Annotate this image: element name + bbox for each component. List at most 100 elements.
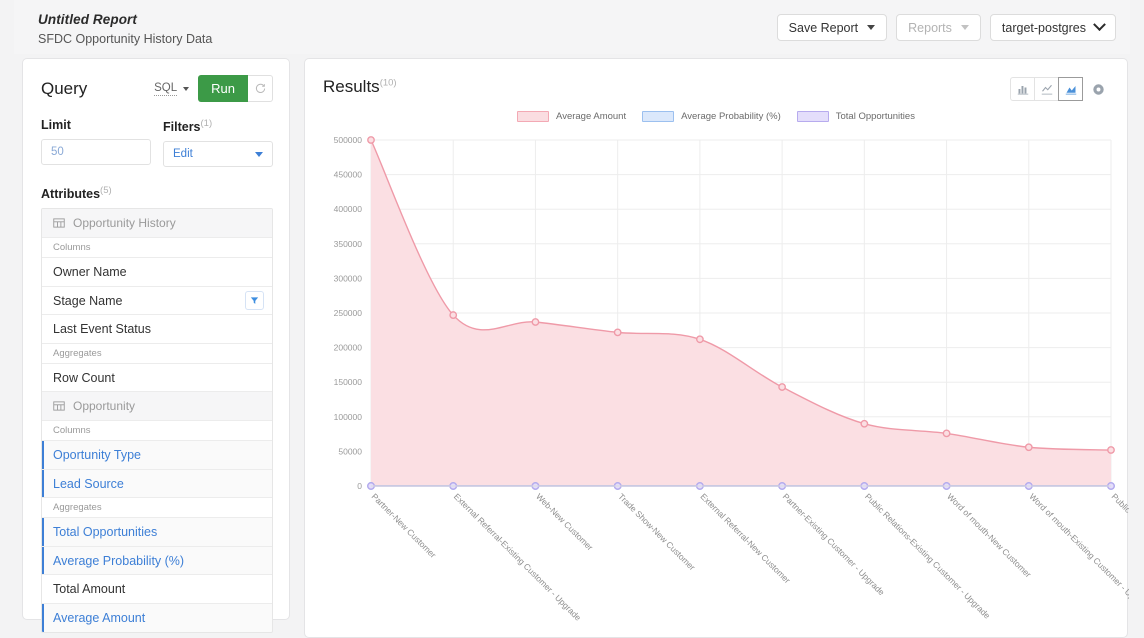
refresh-icon: [255, 83, 265, 93]
query-header-actions: SQL Run: [154, 75, 273, 102]
filters-count: (1): [200, 118, 213, 129]
x-axis-tick-label: External Referral-Existing Customer - Up…: [452, 491, 584, 623]
chevron-down-icon: [255, 151, 263, 157]
attribute-item[interactable]: Last Event Status: [42, 315, 272, 344]
bar-chart-button[interactable]: [1010, 77, 1035, 101]
data-point-marker[interactable]: [613, 328, 622, 337]
data-point-marker[interactable]: [778, 383, 787, 391]
filters-label: Filters(1): [163, 118, 213, 135]
area-chart: 0 50000 100000 150000 200000 250000 300000 3500…: [334, 135, 1129, 623]
attribute-item[interactable]: Average Amount: [42, 603, 272, 633]
attribute-item[interactable]: Stage Name: [42, 286, 272, 316]
x-axis-tick-label: External Referral-New Customer: [698, 491, 792, 585]
attribute-item[interactable]: Row Count: [42, 363, 272, 393]
y-axis-tick-label: 150000: [334, 377, 363, 387]
y-axis-tick-label: 0: [357, 481, 362, 491]
attribute-item[interactable]: Total Opportunities: [42, 518, 272, 547]
data-point-marker[interactable]: [1024, 443, 1033, 452]
x-axis-tick-label: Word of mouth-Existing Customer - Upgrad…: [1027, 491, 1129, 617]
attribute-table-label: Opportunity History: [73, 216, 176, 231]
table-icon: [53, 218, 65, 228]
results-title: Results(10): [323, 77, 397, 96]
line-chart-icon: [1041, 84, 1052, 95]
limit-placeholder: 50: [51, 146, 64, 158]
data-point-marker[interactable]: [1107, 446, 1115, 454]
attribute-item-label: Owner Name: [53, 265, 127, 280]
legend-item[interactable]: Average Amount: [517, 111, 626, 122]
attribute-item[interactable]: Average Probability (%): [42, 546, 272, 576]
query-header: Query SQL Run: [23, 59, 289, 102]
attribute-section-label: Aggregates: [42, 343, 272, 364]
page-subtitle: SFDC Opportunity History Data: [38, 32, 213, 46]
legend-label: Average Amount: [556, 111, 627, 122]
line-chart-button[interactable]: [1034, 77, 1059, 101]
save-report-label: Save Report: [788, 20, 859, 35]
limit-input[interactable]: 50: [41, 139, 151, 165]
query-panel: Query SQL Run Limit 50 Filters(1) Edit A…: [22, 58, 290, 634]
sql-mode-label: SQL: [154, 81, 178, 96]
attribute-item[interactable]: Owner Name: [42, 258, 272, 287]
attribute-table-group[interactable]: Opportunity: [42, 392, 272, 422]
datasource-label: target-postgres: [1001, 20, 1086, 35]
attributes-header: Attributes(5): [41, 185, 112, 202]
attribute-section-label: Columns: [42, 421, 272, 442]
save-report-button[interactable]: Save Report: [776, 14, 888, 41]
legend-item[interactable]: Average Probability (%): [642, 111, 781, 122]
attribute-item[interactable]: Lead Source: [42, 469, 272, 499]
y-axis-tick-label: 100000: [334, 412, 363, 422]
datasource-select[interactable]: target-postgres: [989, 14, 1116, 41]
attribute-item-label: Lead Source: [53, 476, 124, 491]
table-icon: [53, 401, 65, 411]
legend-swatch: [796, 111, 829, 122]
area-chart-button[interactable]: [1058, 77, 1083, 101]
data-point-marker[interactable]: [942, 429, 951, 438]
attribute-table-label: Opportunity: [73, 399, 136, 414]
chart-settings-button[interactable]: [1086, 77, 1111, 101]
y-axis-tick-label: 450000: [334, 170, 363, 180]
reports-button[interactable]: Reports: [896, 14, 981, 41]
chevron-down-icon: [960, 25, 969, 30]
attribute-item-label: Total Opportunities: [53, 525, 158, 540]
x-axis-tick-label: Word of mouth-New Customer: [945, 491, 1033, 579]
attribute-section-label: Columns: [42, 238, 272, 259]
attribute-item[interactable]: Oportunity Type: [42, 441, 272, 470]
run-button[interactable]: Run: [198, 75, 248, 102]
top-actions: Save Report Reports target-postgres: [776, 10, 1116, 41]
attribute-table-group[interactable]: Opportunity History: [42, 209, 272, 239]
attribute-item-label: Total Amount: [53, 582, 126, 597]
filter-icon: [250, 297, 259, 304]
data-point-marker[interactable]: [367, 136, 375, 144]
legend-label: Average Probability (%): [681, 111, 781, 122]
top-bar: Untitled Report SFDC Opportunity History…: [14, 0, 1130, 54]
y-axis-tick-label: 200000: [334, 343, 363, 353]
filter-button[interactable]: [245, 291, 264, 311]
attribute-item[interactable]: Total Amount: [42, 575, 272, 604]
data-point-marker[interactable]: [860, 419, 869, 428]
chevron-down-icon: [183, 86, 190, 91]
attribute-section-label: Aggregates: [42, 498, 272, 519]
filters-edit-dropdown[interactable]: Edit: [163, 141, 273, 168]
app-root: Untitled Report SFDC Opportunity History…: [0, 0, 1144, 638]
y-axis-tick-label: 500000: [334, 135, 363, 145]
chevron-down-icon: [867, 25, 876, 30]
legend-item[interactable]: Total Opportunities: [796, 111, 915, 122]
x-axis-tick-label: Web-New Customer: [534, 491, 595, 552]
attribute-item-label: Average Amount: [53, 611, 146, 626]
filters-field: Filters(1) Edit: [163, 118, 273, 168]
attribute-item-label: Average Probability (%): [53, 553, 185, 568]
legend-swatch: [642, 111, 675, 122]
attribute-item-label: Last Event Status: [53, 322, 151, 337]
data-point-marker[interactable]: [531, 318, 540, 326]
x-axis-tick-label: Partner-Existing Customer - Upgrade: [781, 491, 887, 597]
title-block: Untitled Report SFDC Opportunity History…: [24, 10, 212, 46]
chart-area: 0 50000 100000 150000 200000 250000 300000 3500…: [305, 128, 1129, 628]
attribute-item-label: Row Count: [53, 370, 115, 385]
sql-mode-dropdown[interactable]: SQL: [154, 81, 190, 96]
data-point-marker[interactable]: [449, 311, 458, 319]
data-point-marker[interactable]: [695, 335, 704, 344]
limit-field: Limit 50: [41, 118, 151, 167]
refresh-button[interactable]: [248, 75, 273, 102]
results-panel: Results(10) Average Amount Average Proba…: [304, 58, 1129, 638]
attributes-count: (5): [100, 185, 112, 197]
y-axis-tick-label: 400000: [334, 204, 363, 214]
